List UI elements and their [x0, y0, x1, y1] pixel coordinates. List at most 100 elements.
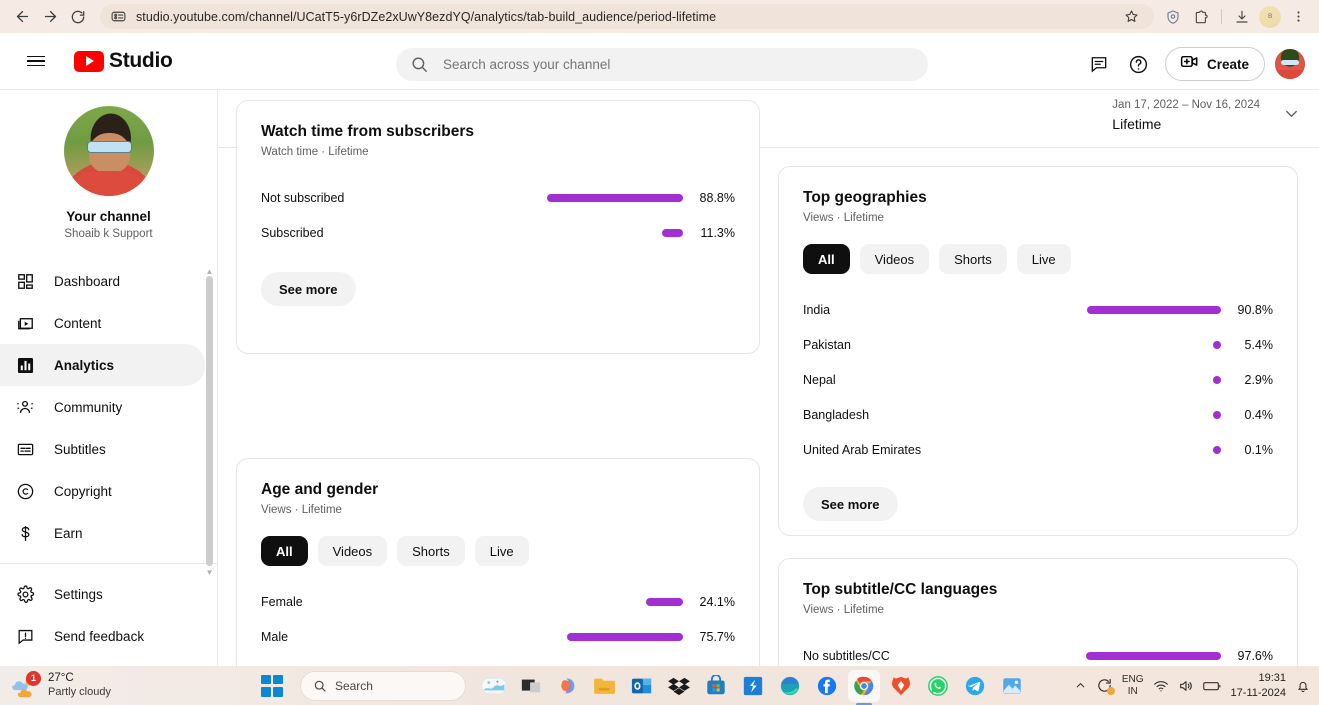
feedback-icon[interactable]: [1081, 46, 1117, 82]
see-more-button-geographies[interactable]: See more: [803, 487, 898, 521]
battery-icon[interactable]: [1202, 679, 1222, 693]
channel-avatar[interactable]: [63, 106, 154, 196]
youtube-studio-logo[interactable]: Studio: [74, 49, 173, 73]
task-view-icon[interactable]: [515, 670, 547, 702]
sidebar-scroll-down-arrow[interactable]: ▼: [205, 568, 214, 577]
address-bar[interactable]: studio.youtube.com/channel/UCatT5-y6rDZe…: [100, 4, 1154, 29]
sumatra-icon[interactable]: [737, 670, 769, 702]
channel-search-box[interactable]: [396, 48, 928, 81]
copilot-icon[interactable]: [552, 670, 584, 702]
channel-title: Your channel: [66, 209, 151, 224]
channel-name: Shoaib k Support: [64, 228, 153, 240]
metric-label-no-subtitles-cc: No subtitles/CC: [803, 648, 890, 663]
sidebar-item-content[interactable]: Content: [0, 302, 205, 344]
language-line1: ENG: [1121, 674, 1144, 685]
create-button[interactable]: Create: [1164, 47, 1265, 81]
telegram-icon[interactable]: [959, 670, 991, 702]
photos-icon[interactable]: [996, 670, 1028, 702]
chip-videos-age-gender[interactable]: Videos: [317, 536, 388, 566]
download-icon[interactable]: [1229, 4, 1255, 30]
copyright-icon: [14, 480, 36, 502]
edge-icon[interactable]: [774, 670, 806, 702]
metric-bar: [567, 632, 683, 641]
windows-logo-icon: [260, 674, 283, 697]
metric-bar: [1213, 375, 1221, 384]
send-feedback-icon: [14, 625, 36, 647]
chip-all-geographies[interactable]: All: [803, 244, 850, 274]
back-button[interactable]: [8, 3, 36, 31]
earn-dollar-icon: [14, 522, 36, 544]
sidebar-scrollbar[interactable]: [206, 276, 213, 566]
see-more-button-watch-time[interactable]: See more: [261, 272, 356, 306]
chip-shorts-age-gender[interactable]: Shorts: [397, 536, 465, 566]
sidebar-item-send-feedback[interactable]: Send feedback: [0, 615, 205, 657]
chip-live-geographies[interactable]: Live: [1016, 244, 1071, 274]
browser-profile-avatar[interactable]: B: [1257, 4, 1283, 30]
sidebar-scroll-up-arrow[interactable]: ▲: [205, 267, 214, 276]
chip-shorts-geographies[interactable]: Shorts: [939, 244, 1007, 274]
community-icon: [14, 396, 36, 418]
metric-label-united-arab-emirates: United Arab Emirates: [803, 442, 922, 457]
volume-icon[interactable]: [1178, 678, 1194, 694]
search-icon: [410, 55, 429, 74]
site-settings-icon[interactable]: [110, 8, 127, 25]
dropbox-icon[interactable]: [663, 670, 695, 702]
sidebar-label-dashboard: Dashboard: [54, 273, 121, 289]
weather-temperature: 27°C: [48, 672, 74, 685]
metric-label-male: Male: [261, 629, 289, 644]
reload-button[interactable]: [64, 3, 92, 31]
microsoft-store-icon[interactable]: [700, 670, 732, 702]
sidebar-item-community[interactable]: Community: [0, 386, 205, 428]
studio-wordmark: Studio: [109, 49, 173, 72]
forward-button[interactable]: [36, 3, 64, 31]
language-indicator[interactable]: ENG IN: [1122, 674, 1144, 697]
facebook-icon[interactable]: [811, 670, 843, 702]
search-input[interactable]: [443, 57, 914, 72]
card-subtitle-age-gender: Views · Lifetime: [261, 504, 342, 516]
file-explorer-icon[interactable]: [589, 670, 621, 702]
help-icon[interactable]: [1121, 46, 1157, 82]
sidebar-item-analytics[interactable]: Analytics: [0, 344, 205, 386]
metric-value-nepal: 2.9%: [1244, 372, 1274, 387]
three-dot-menu-icon[interactable]: [1285, 4, 1311, 30]
chip-videos-geographies[interactable]: Videos: [859, 244, 930, 274]
extensions-puzzle-icon[interactable]: [1188, 4, 1214, 30]
browser-toolbar: studio.youtube.com/channel/UCatT5-y6rDZe…: [0, 0, 1319, 33]
metric-value-bangladesh: 0.4%: [1244, 407, 1274, 422]
hamburger-menu-icon[interactable]: [16, 41, 56, 81]
notification-bell-icon[interactable]: [1295, 678, 1311, 694]
brave-icon[interactable]: [885, 670, 917, 702]
date-range-selector[interactable]: Jan 17, 2022 – Nov 16, 2024 Lifetime: [1112, 99, 1301, 132]
channel-block: Your channel Shoaib k Support: [0, 90, 217, 240]
metric-bar: [1213, 340, 1221, 349]
sidebar-item-dashboard[interactable]: Dashboard: [0, 260, 205, 302]
sidebar-item-subtitles[interactable]: Subtitles: [0, 428, 205, 470]
metric-label-india: India: [803, 302, 831, 317]
bookmark-star-icon[interactable]: [1118, 5, 1144, 29]
taskbar-search-box[interactable]: Search: [299, 670, 466, 701]
chevron-down-icon[interactable]: [1282, 104, 1301, 128]
sidebar-nav: Dashboard Content Analytics Community Su…: [0, 260, 217, 657]
account-avatar[interactable]: [1275, 49, 1305, 79]
wifi-icon[interactable]: [1153, 678, 1169, 694]
shield-icon[interactable]: [1160, 4, 1186, 30]
system-tray: ENG IN 19:31 17-11-2024: [1074, 671, 1319, 700]
sidebar-item-settings[interactable]: Settings: [0, 573, 205, 615]
metric-bar: [1086, 651, 1221, 660]
widgets-icon[interactable]: [478, 670, 510, 702]
onedrive-sync-icon[interactable]: [1096, 677, 1115, 695]
start-button[interactable]: [256, 670, 288, 702]
taskbar-clock[interactable]: 19:31 17-11-2024: [1231, 671, 1286, 700]
sidebar-item-earn[interactable]: Earn: [0, 512, 205, 554]
whatsapp-icon[interactable]: [922, 670, 954, 702]
chip-all-age-gender[interactable]: All: [261, 536, 308, 566]
outlook-icon[interactable]: [626, 670, 658, 702]
chip-live-age-gender[interactable]: Live: [474, 536, 529, 566]
chrome-icon[interactable]: [847, 669, 880, 702]
card-title-age-gender: Age and gender: [261, 481, 379, 498]
sidebar-item-copyright[interactable]: Copyright: [0, 470, 205, 512]
chevron-up-icon[interactable]: [1074, 679, 1087, 692]
metric-row: Not subscribed 88.8%: [261, 180, 735, 215]
gear-icon: [14, 583, 36, 605]
filter-chips-geographies: All Videos Shorts Live: [779, 224, 1297, 274]
